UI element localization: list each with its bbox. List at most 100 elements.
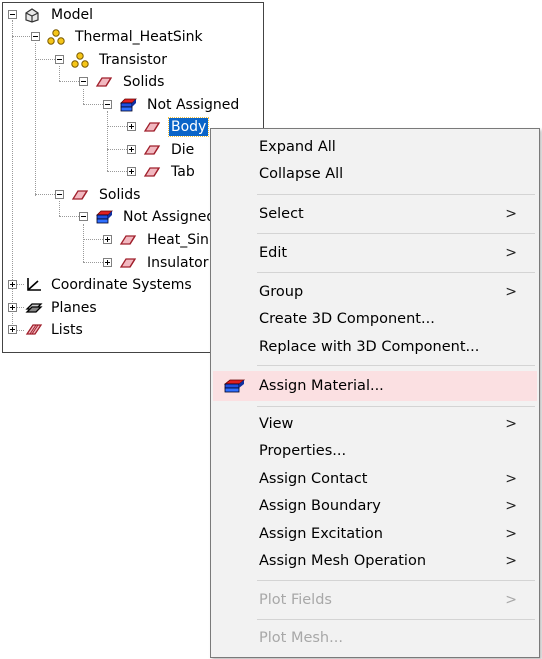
expand-toggle[interactable]: [103, 235, 112, 244]
tree-guide: [59, 201, 60, 216]
lists-icon: [25, 324, 43, 335]
tree-guide: [83, 224, 84, 262]
design-icon: [47, 29, 65, 45]
menu-item-label: Plot Mesh...: [259, 630, 343, 646]
collapse-toggle[interactable]: [103, 100, 112, 109]
expand-toggle[interactable]: [103, 258, 112, 267]
assign-material-icon: [223, 379, 245, 393]
model-icon: [25, 8, 39, 23]
menu-item-assign-contact[interactable]: Assign Contact >: [213, 466, 537, 492]
material-icon: [96, 210, 113, 224]
submenu-arrow-icon: >: [505, 526, 517, 542]
submenu-arrow-icon: >: [505, 498, 517, 514]
menu-item-assign-mesh-operation[interactable]: Assign Mesh Operation >: [213, 548, 537, 574]
menu-separator: [257, 406, 535, 407]
menu-item-collapse-all[interactable]: Collapse All: [213, 161, 537, 187]
collapse-toggle[interactable]: [79, 77, 88, 86]
tree-guide: [35, 59, 57, 60]
menu-item-label: Create 3D Component...: [259, 311, 435, 327]
tree-item-planes[interactable]: Planes: [49, 299, 99, 317]
tree-item-tab[interactable]: Tab: [169, 163, 197, 181]
tree-item-lists[interactable]: Lists: [49, 321, 85, 339]
menu-item-label: Expand All: [259, 139, 336, 155]
coordinate-system-icon: [27, 278, 41, 291]
menu-item-label: Edit: [259, 245, 288, 261]
tree-item-die[interactable]: Die: [169, 141, 196, 159]
tree-guide: [83, 104, 105, 105]
menu-item-group[interactable]: Group >: [213, 279, 537, 305]
tree-item-body[interactable]: Body: [167, 117, 210, 137]
collapse-toggle[interactable]: [55, 190, 64, 199]
menu-item-label: Group: [259, 284, 304, 300]
tree-guide: [107, 126, 129, 127]
menu-separator: [257, 233, 535, 234]
expand-toggle[interactable]: [8, 303, 17, 312]
solids-icon: [71, 190, 89, 200]
menu-item-label: View: [259, 416, 294, 432]
tree-item-model[interactable]: Model: [49, 6, 95, 24]
expand-toggle[interactable]: [127, 167, 136, 176]
collapse-toggle[interactable]: [8, 10, 17, 19]
collapse-toggle[interactable]: [79, 212, 88, 221]
menu-separator: [257, 272, 535, 273]
menu-item-label: Collapse All: [259, 166, 344, 182]
submenu-arrow-icon: >: [505, 416, 517, 432]
menu-item-label: Replace with 3D Component...: [259, 339, 480, 355]
menu-item-label: Assign Material...: [259, 378, 384, 394]
solid-object-icon: [143, 122, 161, 132]
tree-guide: [107, 111, 108, 171]
submenu-arrow-icon: >: [505, 592, 517, 608]
menu-item-assign-boundary[interactable]: Assign Boundary >: [213, 493, 537, 519]
design-icon: [71, 52, 89, 68]
tree-guide: [35, 43, 36, 196]
menu-separator: [257, 619, 535, 620]
solid-object-icon: [143, 167, 161, 177]
menu-item-label: Select: [259, 206, 304, 222]
tree-guide: [59, 81, 81, 82]
tree-item-heat-sink[interactable]: Heat_Sink: [145, 231, 219, 249]
menu-item-label: Assign Boundary: [259, 498, 381, 514]
menu-item-assign-excitation[interactable]: Assign Excitation >: [213, 521, 537, 547]
tree-item-solids[interactable]: Solids: [97, 186, 142, 204]
tree-item-transistor[interactable]: Transistor: [97, 51, 169, 69]
menu-item-create-3d-component[interactable]: Create 3D Component...: [213, 306, 537, 332]
tree-guide: [83, 262, 105, 263]
submenu-arrow-icon: >: [505, 471, 517, 487]
tree-item-thermal-heatsink[interactable]: Thermal_HeatSink: [73, 28, 205, 46]
tree-guide: [83, 239, 105, 240]
tree-guide: [107, 149, 129, 150]
submenu-arrow-icon: >: [505, 284, 517, 300]
menu-item-plot-fields: Plot Fields >: [213, 587, 537, 613]
solid-object-icon: [119, 258, 137, 268]
tree-item-insulator[interactable]: Insulator: [145, 254, 210, 272]
tree-guide: [35, 194, 57, 195]
expand-toggle[interactable]: [8, 325, 17, 334]
menu-item-edit[interactable]: Edit >: [213, 240, 537, 266]
tree-item-coordinate-systems[interactable]: Coordinate Systems: [49, 276, 194, 294]
solid-object-icon: [143, 145, 161, 155]
menu-separator: [257, 580, 535, 581]
menu-separator: [257, 365, 535, 366]
solid-object-icon: [119, 235, 137, 245]
tree-guide: [59, 216, 81, 217]
menu-item-properties[interactable]: Properties...: [213, 438, 537, 464]
menu-item-view[interactable]: View >: [213, 411, 537, 437]
planes-icon: [25, 303, 43, 313]
menu-item-assign-material[interactable]: Assign Material...: [213, 371, 537, 401]
tree-item-not-assigned[interactable]: Not Assigned: [145, 96, 241, 114]
menu-item-select[interactable]: Select >: [213, 201, 537, 227]
tree-guide: [107, 171, 129, 172]
expand-toggle[interactable]: [127, 145, 136, 154]
tree-item-solids[interactable]: Solids: [121, 73, 166, 91]
expand-toggle[interactable]: [127, 122, 136, 131]
collapse-toggle[interactable]: [31, 32, 40, 41]
menu-item-label: Plot Fields: [259, 592, 332, 608]
menu-item-expand-all[interactable]: Expand All: [213, 134, 537, 160]
expand-toggle[interactable]: [8, 280, 17, 289]
menu-item-replace-with-3d-component[interactable]: Replace with 3D Component...: [213, 334, 537, 360]
tree-item-not-assigned[interactable]: Not Assigned: [121, 208, 217, 226]
context-menu: Expand All Collapse All Select > Edit > …: [210, 128, 540, 658]
menu-item-label: Assign Excitation: [259, 526, 383, 542]
submenu-arrow-icon: >: [505, 553, 517, 569]
collapse-toggle[interactable]: [55, 55, 64, 64]
